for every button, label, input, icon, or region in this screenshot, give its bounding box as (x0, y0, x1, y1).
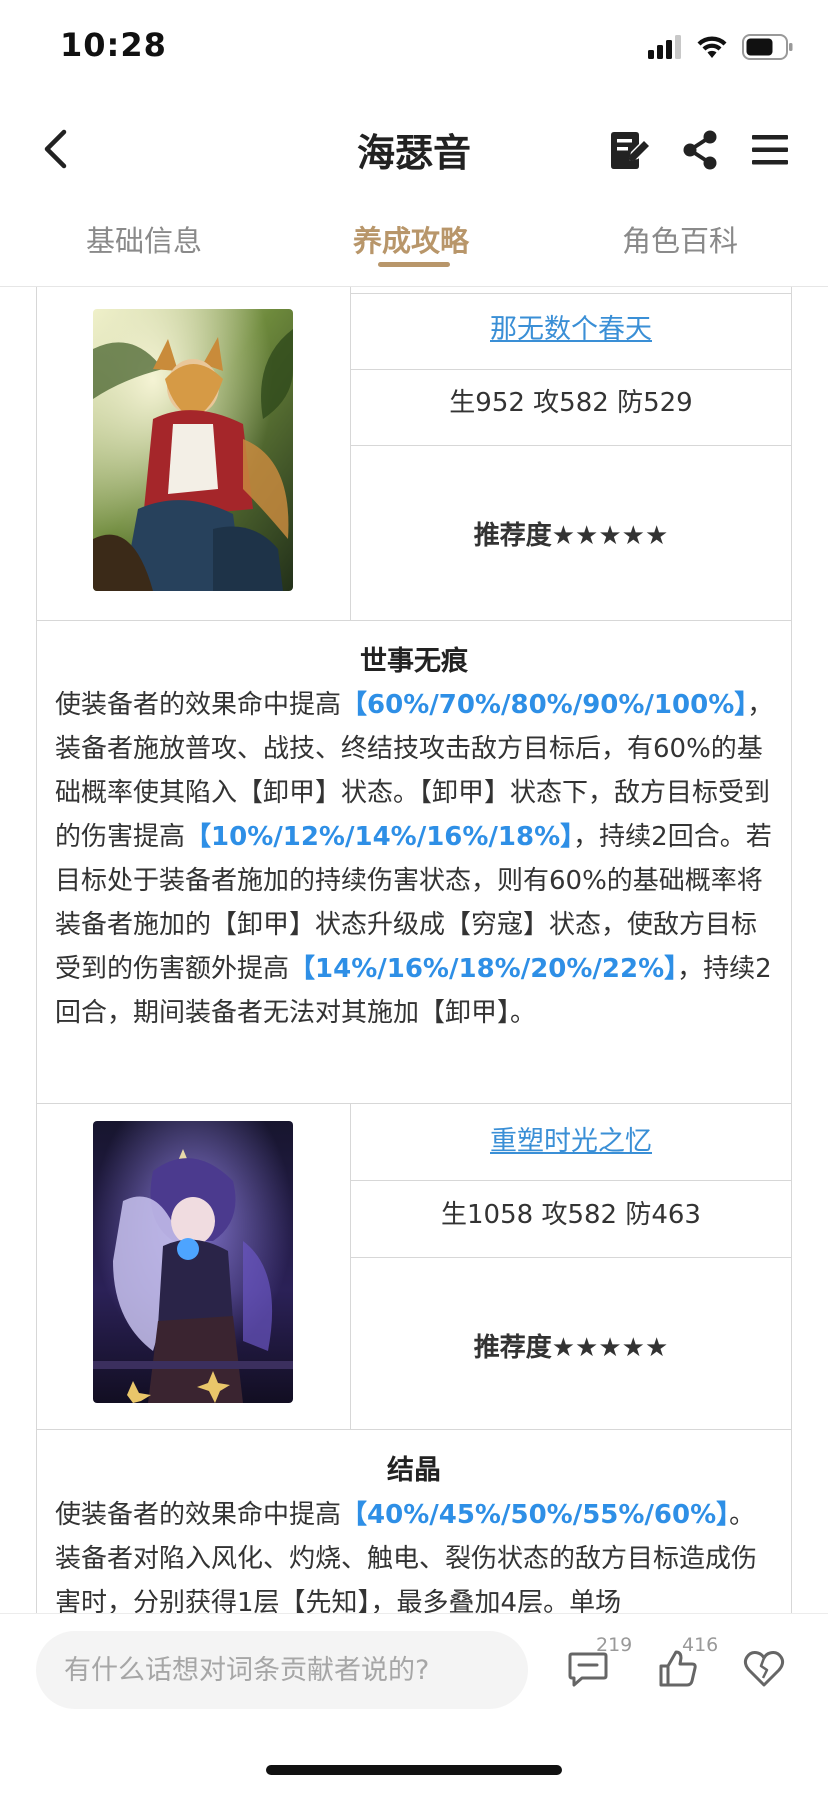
bottom-action-bar: 219 416 (0, 1613, 828, 1793)
tab-bar: 基础信息 养成攻略 角色百科 (0, 200, 828, 287)
skill-description: 使装备者的效果命中提高【40%/45%/50%/55%/60%】。装备者对陷入风… (55, 1500, 758, 1613)
signal-icon (648, 35, 681, 59)
top-nav-bar: 海瑟音 (0, 100, 828, 200)
tab-character-wiki[interactable]: 角色百科 (622, 218, 738, 260)
menu-icon[interactable] (748, 128, 792, 172)
heart-icon[interactable] (742, 1646, 786, 1690)
light-cone-image[interactable] (93, 1121, 293, 1403)
comment-count: 219 (596, 1634, 633, 1656)
wifi-icon (697, 36, 727, 58)
status-time: 10:28 (60, 26, 167, 64)
active-tab-indicator (378, 262, 450, 267)
skill-description: 使装备者的效果命中提高【60%/70%/80%/90%/100%】，装备者施放普… (55, 690, 774, 1028)
tab-basic-info[interactable]: 基础信息 (86, 218, 202, 260)
tab-build-guide[interactable]: 养成攻略 (353, 218, 469, 260)
status-icons (648, 34, 794, 60)
light-cone-rating: 推荐度★★★★★ (473, 1333, 669, 1363)
light-cone-image[interactable] (93, 309, 293, 591)
light-cone-name[interactable]: 那无数个春天 (351, 307, 791, 346)
light-cone-rating: 推荐度★★★★★ (473, 521, 669, 551)
skill-title: 世事无痕 (360, 646, 468, 677)
light-cone-stats: 生952 攻582 防529 (449, 388, 693, 418)
like-count: 416 (682, 1634, 719, 1656)
skill-title: 结晶 (387, 1455, 441, 1486)
share-icon[interactable] (678, 128, 722, 172)
comment-input[interactable] (36, 1631, 528, 1709)
edit-icon[interactable] (608, 128, 652, 172)
status-bar: 10:28 (0, 0, 828, 100)
light-cone-stats: 生1058 攻582 防463 (441, 1200, 701, 1230)
light-cone-table[interactable]: 那无数个春天 生952 攻582 防529 推荐度★★★★★ 世事无痕 使装备者… (0, 287, 828, 1613)
light-cone-name[interactable]: 重塑时光之忆 (351, 1119, 791, 1158)
home-indicator[interactable] (266, 1765, 562, 1775)
battery-icon (742, 34, 793, 60)
